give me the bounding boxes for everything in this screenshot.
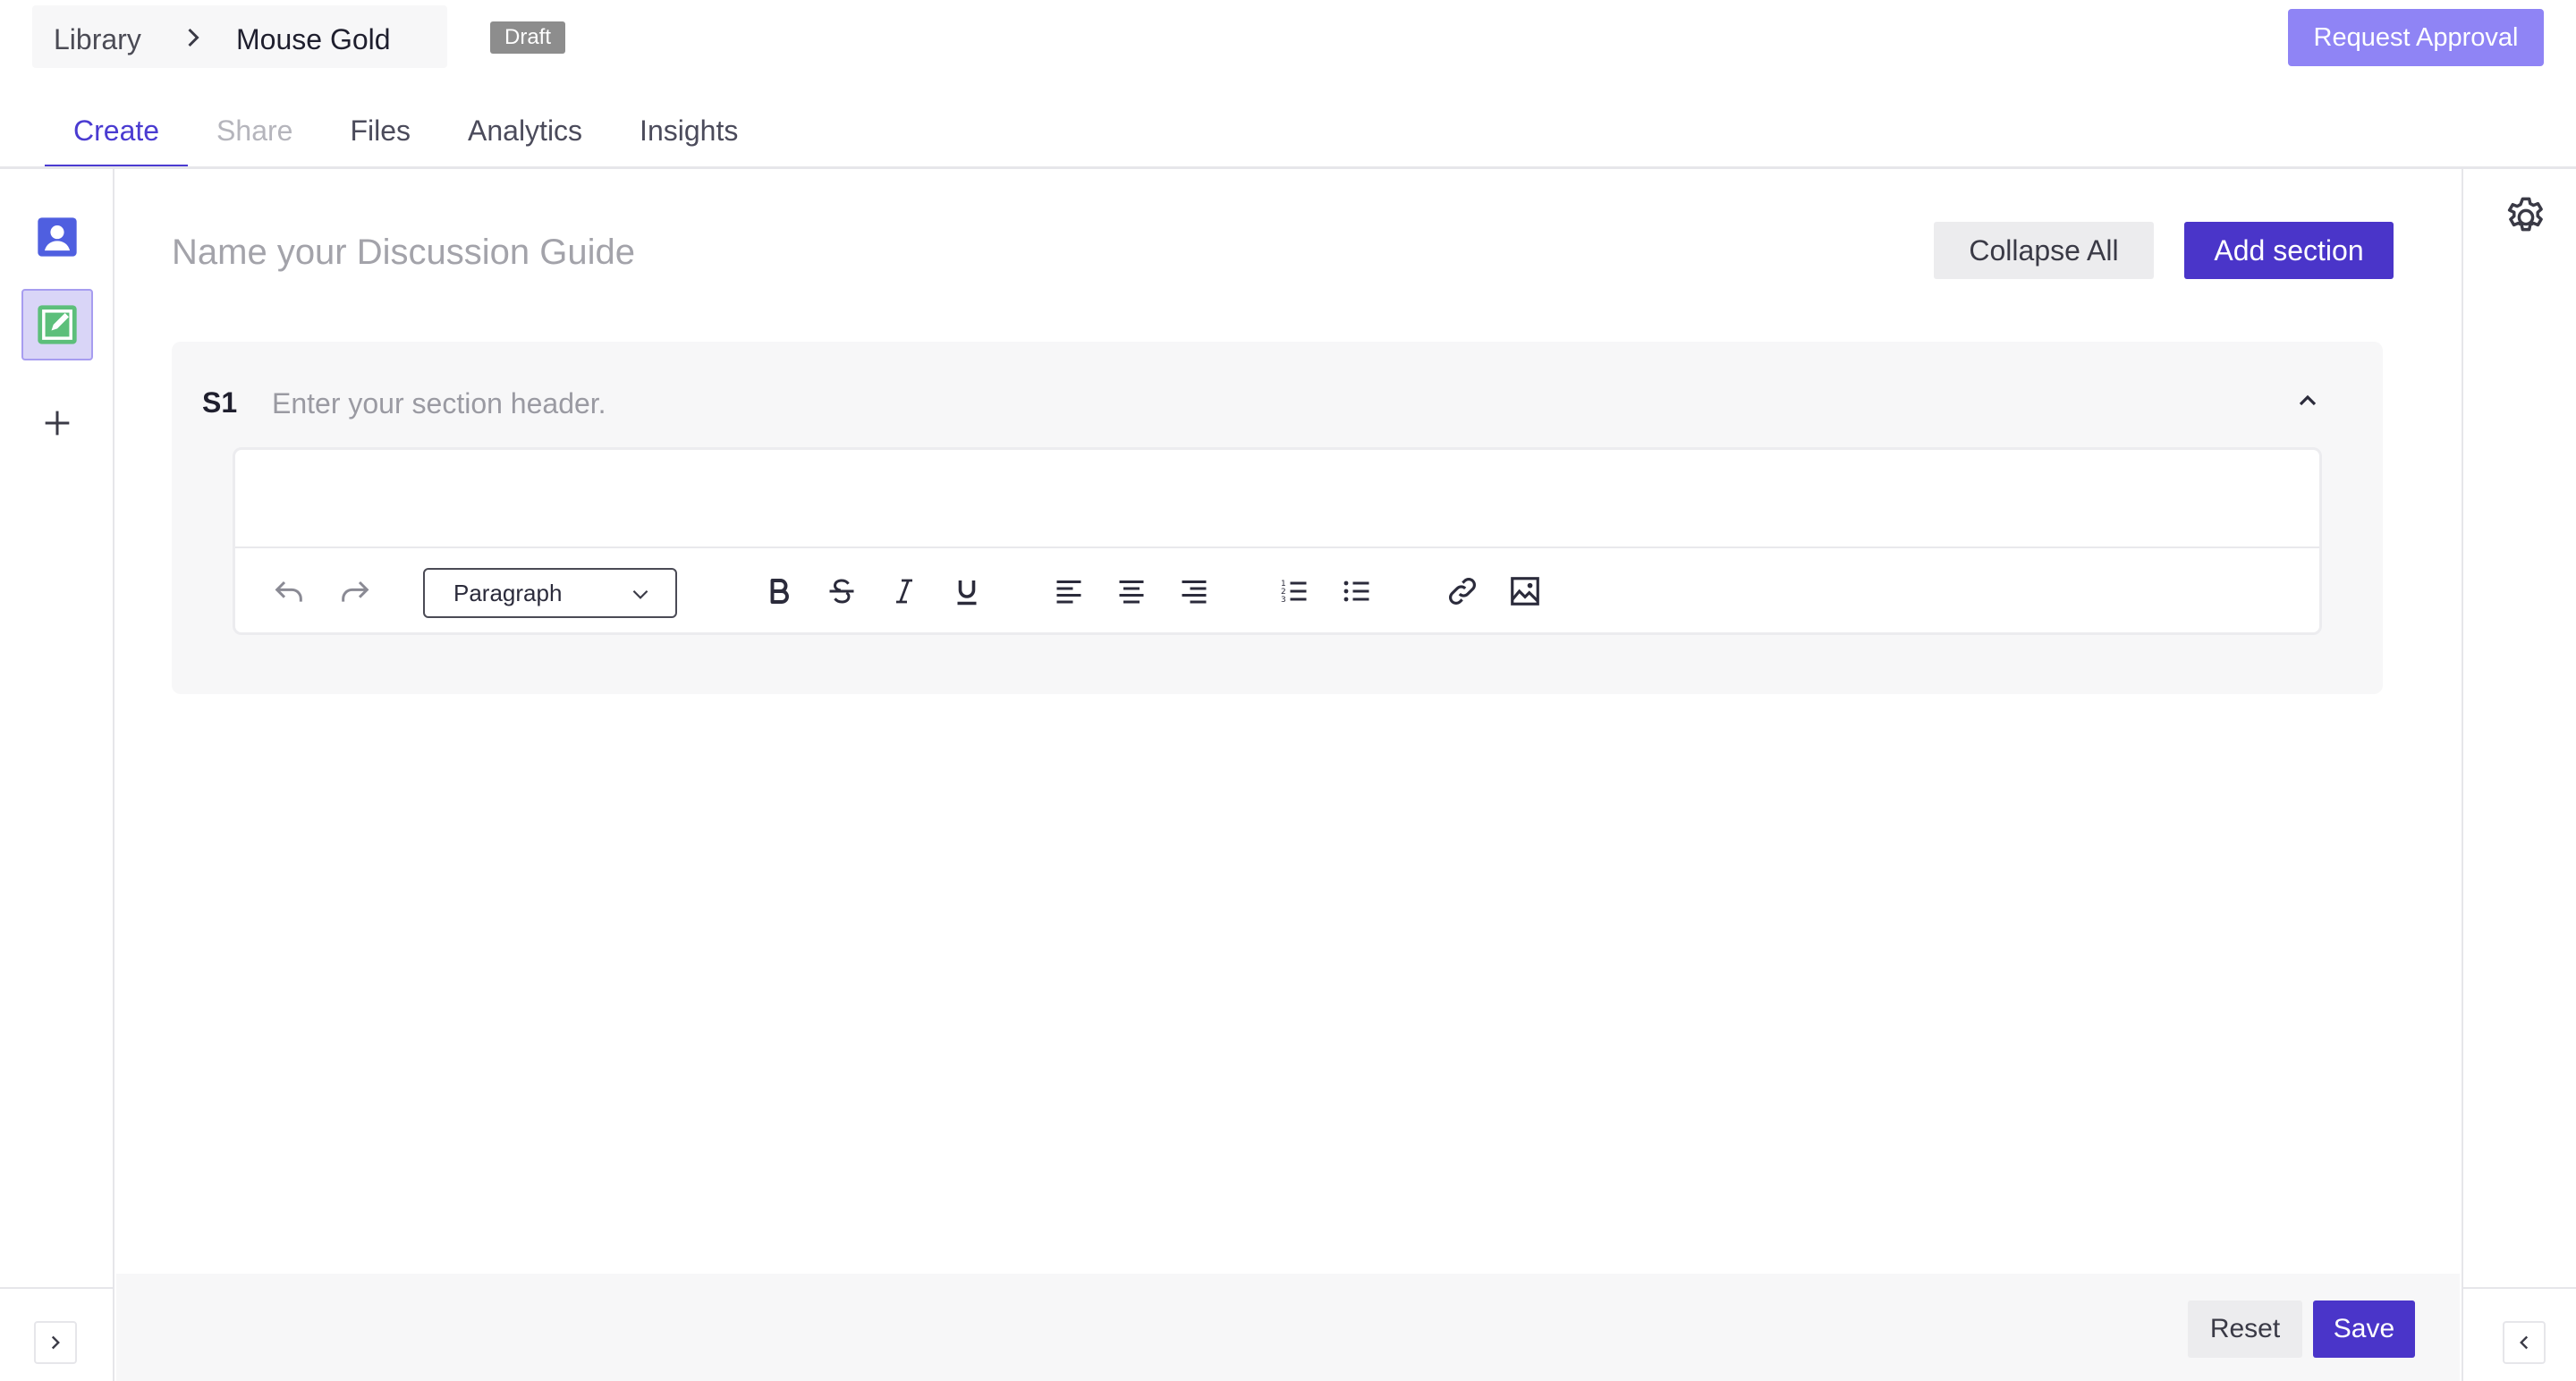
rail-contact-button[interactable] — [21, 201, 93, 273]
tab-insights[interactable]: Insights — [611, 104, 767, 168]
breadcrumb-library-link[interactable]: Library — [54, 23, 141, 56]
chevron-up-icon[interactable] — [2293, 386, 2322, 415]
insert-link-button[interactable] — [1441, 570, 1484, 613]
bold-icon — [770, 579, 789, 604]
strikethrough-icon — [829, 579, 854, 604]
svg-text:3: 3 — [1281, 596, 1286, 605]
bullet-list-button[interactable] — [1335, 570, 1378, 613]
breadcrumb: Library Mouse Gold — [32, 5, 447, 68]
chevron-left-icon — [2520, 1335, 2529, 1350]
chevron-right-icon — [188, 28, 199, 47]
save-button[interactable]: Save — [2313, 1301, 2415, 1358]
tabs-divider — [0, 166, 2576, 169]
plus-icon — [45, 411, 70, 436]
align-left-icon — [1056, 580, 1081, 604]
align-center-button[interactable] — [1110, 570, 1153, 613]
rail-divider — [0, 1287, 114, 1289]
undo-button[interactable] — [267, 570, 310, 613]
undo-icon — [275, 580, 302, 602]
paragraph-style-select[interactable]: Paragraph — [423, 568, 677, 618]
expand-left-panel-button[interactable] — [34, 1321, 77, 1364]
tab-share[interactable]: Share — [188, 104, 321, 168]
editor-content-area[interactable] — [235, 450, 2319, 548]
link-icon — [1449, 578, 1476, 605]
align-left-button[interactable] — [1047, 570, 1090, 613]
ordered-list-icon: 123 — [1281, 580, 1307, 605]
footer-bar: Reset Save — [116, 1274, 2460, 1381]
bullet-list-icon — [1343, 580, 1369, 602]
section-code: S1 — [202, 386, 238, 419]
contact-card-icon — [38, 217, 77, 257]
tab-files[interactable]: Files — [321, 104, 439, 168]
rail-edit-button[interactable] — [21, 289, 93, 360]
rail-divider — [2463, 1287, 2576, 1289]
chevron-right-icon — [51, 1335, 60, 1350]
status-badge: Draft — [490, 21, 566, 54]
bold-button[interactable] — [758, 570, 801, 613]
left-rail — [0, 169, 114, 1381]
align-right-icon — [1182, 580, 1207, 604]
reset-button[interactable]: Reset — [2188, 1301, 2302, 1358]
right-rail — [2462, 169, 2576, 1381]
align-right-button[interactable] — [1173, 570, 1216, 613]
breadcrumb-current: Mouse Gold — [236, 23, 391, 55]
tab-analytics[interactable]: Analytics — [439, 104, 611, 168]
paragraph-style-value: Paragraph — [453, 579, 563, 606]
add-section-button[interactable]: Add section — [2184, 222, 2394, 279]
collapse-right-panel-button[interactable] — [2503, 1321, 2546, 1364]
align-center-icon — [1119, 580, 1144, 604]
strikethrough-button[interactable] — [820, 570, 863, 613]
collapse-all-button[interactable]: Collapse All — [1934, 222, 2154, 279]
ordered-list-button[interactable]: 123 — [1273, 570, 1316, 613]
rich-text-editor: Paragraph 1 2 3 — [233, 447, 2322, 635]
rail-add-button[interactable] — [21, 387, 93, 459]
tab-bar: Create Share Files Analytics Insights — [45, 104, 767, 168]
gear-icon[interactable] — [2503, 194, 2549, 241]
guide-name-input[interactable] — [172, 225, 1335, 279]
italic-icon — [896, 579, 912, 604]
image-icon — [1511, 577, 1539, 606]
redo-button[interactable] — [334, 570, 377, 613]
edit-note-icon — [38, 305, 77, 344]
request-approval-button[interactable]: Request Approval — [2288, 9, 2544, 66]
underline-icon — [957, 580, 977, 606]
underline-button[interactable] — [945, 570, 988, 613]
insert-image-button[interactable] — [1504, 570, 1546, 613]
section-header-input[interactable] — [272, 379, 2061, 428]
redo-icon — [342, 580, 369, 602]
tab-create[interactable]: Create — [45, 104, 189, 168]
italic-button[interactable] — [883, 570, 926, 613]
section-card: S1 Paragraph — [172, 342, 2383, 694]
chevron-down-icon — [632, 589, 648, 599]
editor-toolbar: Paragraph 1 2 3 — [235, 550, 2319, 634]
